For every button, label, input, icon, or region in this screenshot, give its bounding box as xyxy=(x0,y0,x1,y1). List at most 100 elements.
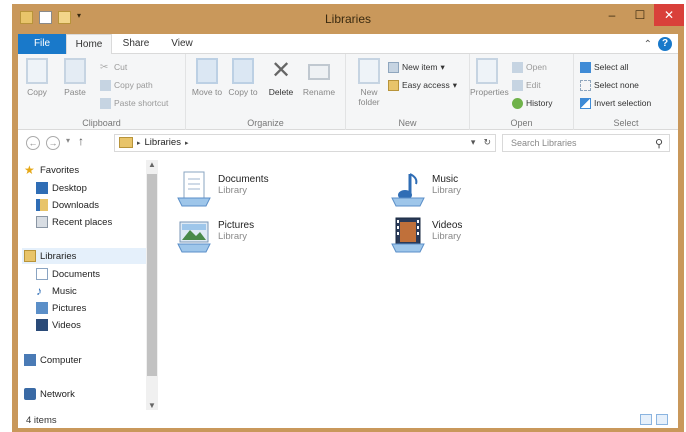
new-item-label: New item xyxy=(402,62,438,72)
select-none-button[interactable]: Select none xyxy=(580,78,639,92)
nav-videos[interactable]: Videos xyxy=(36,317,81,333)
scrollbar-thumb[interactable] xyxy=(147,174,157,376)
forward-button[interactable]: → xyxy=(46,136,60,150)
rename-label: Rename xyxy=(302,87,336,97)
library-item-documents[interactable]: Documents Library xyxy=(176,170,269,208)
library-item-music[interactable]: Music Library xyxy=(390,170,461,208)
tab-share[interactable]: Share xyxy=(116,34,156,54)
chevron-up-icon[interactable]: ▲ xyxy=(146,160,158,169)
music-library-icon xyxy=(390,170,426,208)
minimize-button[interactable]: – xyxy=(598,4,626,26)
nav-favorites[interactable]: ★ Favorites xyxy=(24,162,79,178)
copy-button[interactable]: Copy xyxy=(20,58,54,97)
nav-pictures[interactable]: Pictures xyxy=(36,300,86,316)
rename-button[interactable]: Rename xyxy=(302,58,336,97)
invert-selection-button[interactable]: Invert selection xyxy=(580,96,651,110)
library-item-pictures[interactable]: Pictures Library xyxy=(176,216,254,254)
tab-file[interactable]: File xyxy=(18,34,66,54)
copy-path-button[interactable]: Copy path xyxy=(100,78,153,92)
nav-desktop[interactable]: Desktop xyxy=(36,180,87,196)
computer-icon xyxy=(24,354,36,366)
tab-home[interactable]: Home xyxy=(66,34,112,55)
window-title: Libraries xyxy=(324,12,372,26)
status-bar: 4 items xyxy=(18,412,678,428)
nav-documents[interactable]: Documents xyxy=(36,266,100,282)
breadcrumb: ▸ Libraries ▸ xyxy=(119,137,188,148)
videos-library-icon xyxy=(390,216,426,254)
up-button[interactable]: ↑ xyxy=(78,134,84,148)
invert-selection-label: Invert selection xyxy=(594,98,652,108)
library-name: Videos xyxy=(432,220,463,231)
chevron-down-icon: ▾ xyxy=(452,79,457,90)
delete-icon: ✕ xyxy=(270,57,292,84)
nav-documents-label: Documents xyxy=(52,268,101,280)
group-label-select: Select xyxy=(613,118,639,128)
history-icon xyxy=(512,97,523,109)
easy-access-button[interactable]: Easy access ▾ xyxy=(388,78,457,92)
music-icon: ♪ xyxy=(36,284,42,298)
breadcrumb-separator-icon[interactable]: ▸ xyxy=(137,139,141,147)
library-type: Library xyxy=(218,231,248,242)
ribbon: Copy Paste ✂ Cut Copy path Paste shortcu… xyxy=(18,54,678,130)
search-box[interactable]: Search Libraries ⚲ xyxy=(502,134,670,152)
nav-recent-places[interactable]: Recent places xyxy=(36,214,112,230)
chevron-down-icon[interactable]: ▾ xyxy=(471,137,476,148)
breadcrumb-separator-icon[interactable]: ▸ xyxy=(185,139,189,147)
group-open: Properties Open Edit History Open xyxy=(470,54,574,130)
nav-computer-label: Computer xyxy=(40,354,82,366)
copy-to-label: Copy to xyxy=(228,87,258,97)
title-bar[interactable]: ▾ Libraries – ☐ ✕ xyxy=(12,4,684,34)
move-to-icon xyxy=(196,58,218,84)
tab-view[interactable]: View xyxy=(164,34,200,54)
move-to-button[interactable]: Move to xyxy=(190,58,224,97)
nav-music[interactable]: ♪ Music xyxy=(36,283,77,299)
delete-button[interactable]: ✕ Delete xyxy=(264,57,298,98)
new-folder-button[interactable]: New folder xyxy=(352,58,386,107)
group-label-open: Open xyxy=(510,118,533,128)
maximize-button[interactable]: ☐ xyxy=(626,4,654,26)
easy-access-icon xyxy=(388,79,399,91)
back-button[interactable]: ← xyxy=(26,136,40,150)
group-organize: Move to Copy to ✕ Delete Rename Organize xyxy=(186,54,346,130)
library-name: Music xyxy=(432,174,459,185)
window-body: File Home Share View ⌃ ? Copy Paste ✂ Cu… xyxy=(18,34,678,428)
library-item-videos[interactable]: Videos Library xyxy=(390,216,462,254)
nav-downloads[interactable]: Downloads xyxy=(36,197,99,213)
help-icon[interactable]: ? xyxy=(658,37,672,51)
edit-button[interactable]: Edit xyxy=(512,78,541,92)
cut-button[interactable]: ✂ Cut xyxy=(100,60,127,74)
refresh-icon[interactable]: ↻ xyxy=(483,137,491,148)
paste-button[interactable]: Paste xyxy=(58,58,92,97)
large-icons-view-icon[interactable] xyxy=(656,414,668,425)
nav-libraries[interactable]: Libraries xyxy=(22,248,146,264)
details-view-icon[interactable] xyxy=(640,414,652,425)
history-button[interactable]: History xyxy=(512,96,552,110)
paste-shortcut-button[interactable]: Paste shortcut xyxy=(100,96,168,110)
recent-locations-icon[interactable]: ▾ xyxy=(66,136,70,145)
chevron-down-icon[interactable]: ▼ xyxy=(146,401,158,410)
open-button[interactable]: Open xyxy=(512,60,547,74)
delete-label: Delete xyxy=(268,87,294,97)
nav-recent-label: Recent places xyxy=(52,216,113,228)
new-item-button[interactable]: New item ▾ xyxy=(388,60,445,74)
select-none-icon xyxy=(580,79,591,91)
properties-button[interactable]: Properties xyxy=(470,58,509,97)
nav-libraries-label: Libraries xyxy=(40,250,77,262)
ribbon-controls: ⌃ ? xyxy=(644,37,672,51)
nav-network[interactable]: Network xyxy=(24,386,75,402)
paste-icon xyxy=(64,58,86,84)
search-input[interactable]: Search Libraries xyxy=(511,138,577,148)
nav-computer[interactable]: Computer xyxy=(24,352,82,368)
history-label: History xyxy=(526,98,553,108)
chevron-up-icon[interactable]: ⌃ xyxy=(644,39,652,50)
nav-scrollbar[interactable]: ▲ ▼ xyxy=(146,160,158,410)
address-box[interactable]: ▸ Libraries ▸ ▾ ↻ xyxy=(114,134,496,152)
chevron-down-icon: ▾ xyxy=(440,61,445,72)
new-item-icon xyxy=(388,61,399,73)
search-icon[interactable]: ⚲ xyxy=(655,137,663,150)
breadcrumb-libraries[interactable]: Libraries xyxy=(145,137,181,148)
close-button[interactable]: ✕ xyxy=(654,4,684,26)
copy-to-button[interactable]: Copy to xyxy=(226,58,260,97)
select-all-button[interactable]: Select all xyxy=(580,60,629,74)
pictures-icon xyxy=(36,302,48,314)
